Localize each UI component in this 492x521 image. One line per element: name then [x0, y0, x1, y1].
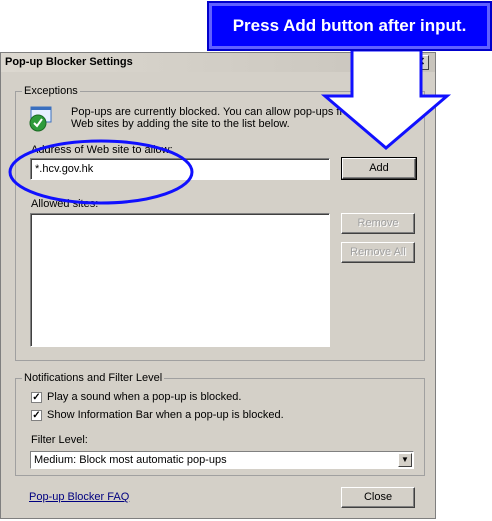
annotation-overlay [8, 48, 452, 205]
highlight-ellipse [8, 139, 194, 205]
callout-annotation: Press Add button after input. [207, 1, 492, 51]
arrow-annotation [320, 48, 452, 150]
